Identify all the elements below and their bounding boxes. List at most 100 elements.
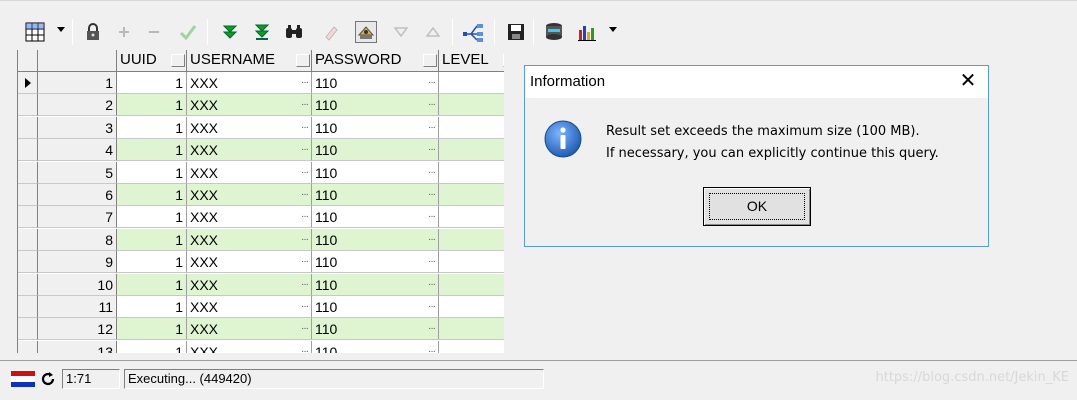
table-row[interactable]: 111XXX···110···6 [18, 296, 504, 318]
cell-password[interactable]: 110 ··· [312, 184, 439, 206]
ellipsis-button[interactable]: ··· [428, 139, 436, 160]
ellipsis-button[interactable]: ··· [301, 274, 309, 295]
chevron-down-icon[interactable] [609, 27, 617, 32]
cell-level[interactable]: 2 [439, 139, 504, 162]
lock-icon[interactable] [82, 21, 104, 43]
cell-username[interactable]: XXX ··· [187, 273, 312, 296]
cell-uuid[interactable]: 1 [117, 116, 187, 139]
cell-username[interactable]: XXX ··· [187, 116, 312, 139]
ellipsis-button[interactable]: ··· [428, 72, 436, 93]
row-indicator[interactable] [18, 228, 38, 251]
ellipsis-button[interactable]: ··· [301, 251, 309, 272]
cell-password[interactable]: 110 ··· [312, 139, 439, 162]
cell-level[interactable]: 1 [439, 72, 504, 94]
cell-level[interactable]: 1 [439, 94, 504, 117]
delete-record-icon[interactable] [143, 21, 165, 43]
table-row[interactable]: 61XXX···110···3 [18, 184, 504, 206]
row-indicator[interactable] [18, 318, 38, 341]
cell-username[interactable]: XXX ··· [187, 184, 312, 206]
ellipsis-button[interactable]: ··· [428, 117, 436, 138]
column-header-password[interactable]: PASSWORD [312, 50, 439, 72]
table-row[interactable]: 131XXX···110···7 [18, 340, 504, 353]
table-row[interactable]: 51XXX···110···3 [18, 161, 504, 184]
cell-uuid[interactable]: 1 [117, 251, 187, 274]
ellipsis-button[interactable]: ··· [428, 341, 436, 353]
row-indicator[interactable] [18, 139, 38, 162]
row-number[interactable]: 4 [38, 139, 117, 162]
cell-level[interactable]: 2 [439, 117, 504, 139]
cell-password[interactable]: 110 ··· [312, 116, 439, 139]
row-indicator[interactable] [18, 273, 38, 296]
find-icon[interactable] [283, 21, 305, 43]
cell-password[interactable]: 110 ··· [312, 251, 439, 274]
cell-uuid[interactable]: 1 [117, 273, 187, 296]
cell-username[interactable]: XXX ··· [187, 206, 312, 229]
column-menu-button[interactable] [423, 54, 437, 67]
post-changes-icon[interactable] [177, 21, 199, 43]
cell-level[interactable]: 6 [439, 318, 504, 341]
cell-username[interactable]: XXX ··· [187, 72, 312, 94]
cell-uuid[interactable]: 1 [117, 94, 187, 117]
cell-level[interactable]: 3 [439, 162, 504, 184]
cell-username[interactable]: XXX ··· [187, 318, 312, 341]
row-indicator[interactable] [18, 72, 38, 94]
column-menu-button[interactable] [503, 54, 504, 67]
row-number[interactable]: 5 [38, 161, 117, 184]
cell-level[interactable]: 3 [439, 184, 504, 206]
row-number[interactable]: 1 [38, 72, 117, 94]
row-indicator[interactable] [18, 161, 38, 184]
row-number[interactable]: 9 [38, 251, 117, 274]
cell-password[interactable]: 110 ··· [312, 94, 439, 117]
chevron-down-icon[interactable] [57, 27, 65, 32]
chart-icon[interactable] [576, 21, 598, 43]
filter-up-icon[interactable] [422, 21, 444, 43]
cell-uuid[interactable]: 1 [117, 139, 187, 162]
cell-username[interactable]: XXX ··· [187, 340, 312, 353]
column-menu-button[interactable] [296, 54, 310, 67]
table-row[interactable]: 81XXX···110···4 [18, 228, 504, 251]
grid-menu-icon[interactable] [24, 21, 46, 43]
row-number[interactable]: 2 [38, 94, 117, 117]
cell-uuid[interactable]: 1 [117, 161, 187, 184]
cell-level[interactable]: 5 [439, 273, 504, 296]
close-icon[interactable]: ✕ [956, 70, 980, 94]
row-number[interactable]: 10 [38, 273, 117, 296]
ellipsis-button[interactable]: ··· [428, 206, 436, 227]
export-icon[interactable] [543, 21, 565, 43]
cell-uuid[interactable]: 1 [117, 340, 187, 353]
cell-password[interactable]: 110 ··· [312, 340, 439, 353]
row-indicator[interactable] [18, 206, 38, 229]
ellipsis-button[interactable]: ··· [428, 94, 436, 115]
ellipsis-button[interactable]: ··· [301, 184, 309, 205]
row-number[interactable]: 11 [38, 296, 117, 318]
column-menu-button[interactable] [171, 54, 185, 67]
ellipsis-button[interactable]: ··· [428, 162, 436, 183]
ellipsis-button[interactable]: ··· [428, 184, 436, 205]
result-grid[interactable]: UUID USERNAME PASSWORD LEVEL 1 1 XXX ··· 110… [17, 50, 504, 353]
cell-uuid[interactable]: 1 [117, 318, 187, 341]
cell-password[interactable]: 110 ··· [312, 228, 439, 251]
clear-record-icon[interactable] [320, 21, 342, 43]
dialog-title-bar[interactable]: Information ✕ [525, 66, 988, 98]
fetch-next-page-icon[interactable] [219, 21, 241, 43]
cell-uuid[interactable]: 1 [117, 184, 187, 206]
ellipsis-button[interactable]: ··· [301, 117, 309, 138]
cell-password[interactable]: 110 ··· [312, 72, 439, 94]
table-row[interactable]: 31XXX···110···2 [18, 116, 504, 139]
row-indicator[interactable] [18, 184, 38, 206]
column-header-uuid[interactable]: UUID [117, 50, 187, 72]
table-row[interactable]: 101XXX···110···5 [18, 273, 504, 296]
filter-down-icon[interactable] [390, 21, 412, 43]
row-indicator[interactable] [18, 340, 38, 353]
cell-level[interactable]: 6 [439, 296, 504, 318]
row-number[interactable]: 13 [38, 340, 117, 353]
ellipsis-button[interactable]: ··· [301, 206, 309, 227]
cell-password[interactable]: 110 ··· [312, 318, 439, 341]
row-number[interactable]: 8 [38, 228, 117, 251]
ellipsis-button[interactable]: ··· [301, 229, 309, 250]
save-icon[interactable] [505, 21, 527, 43]
row-indicator[interactable] [18, 296, 38, 318]
table-row[interactable]: 91XXX···110···5 [18, 251, 504, 274]
table-row[interactable]: 21XXX···110···1 [18, 94, 504, 117]
column-header-level[interactable]: LEVEL [439, 50, 504, 72]
